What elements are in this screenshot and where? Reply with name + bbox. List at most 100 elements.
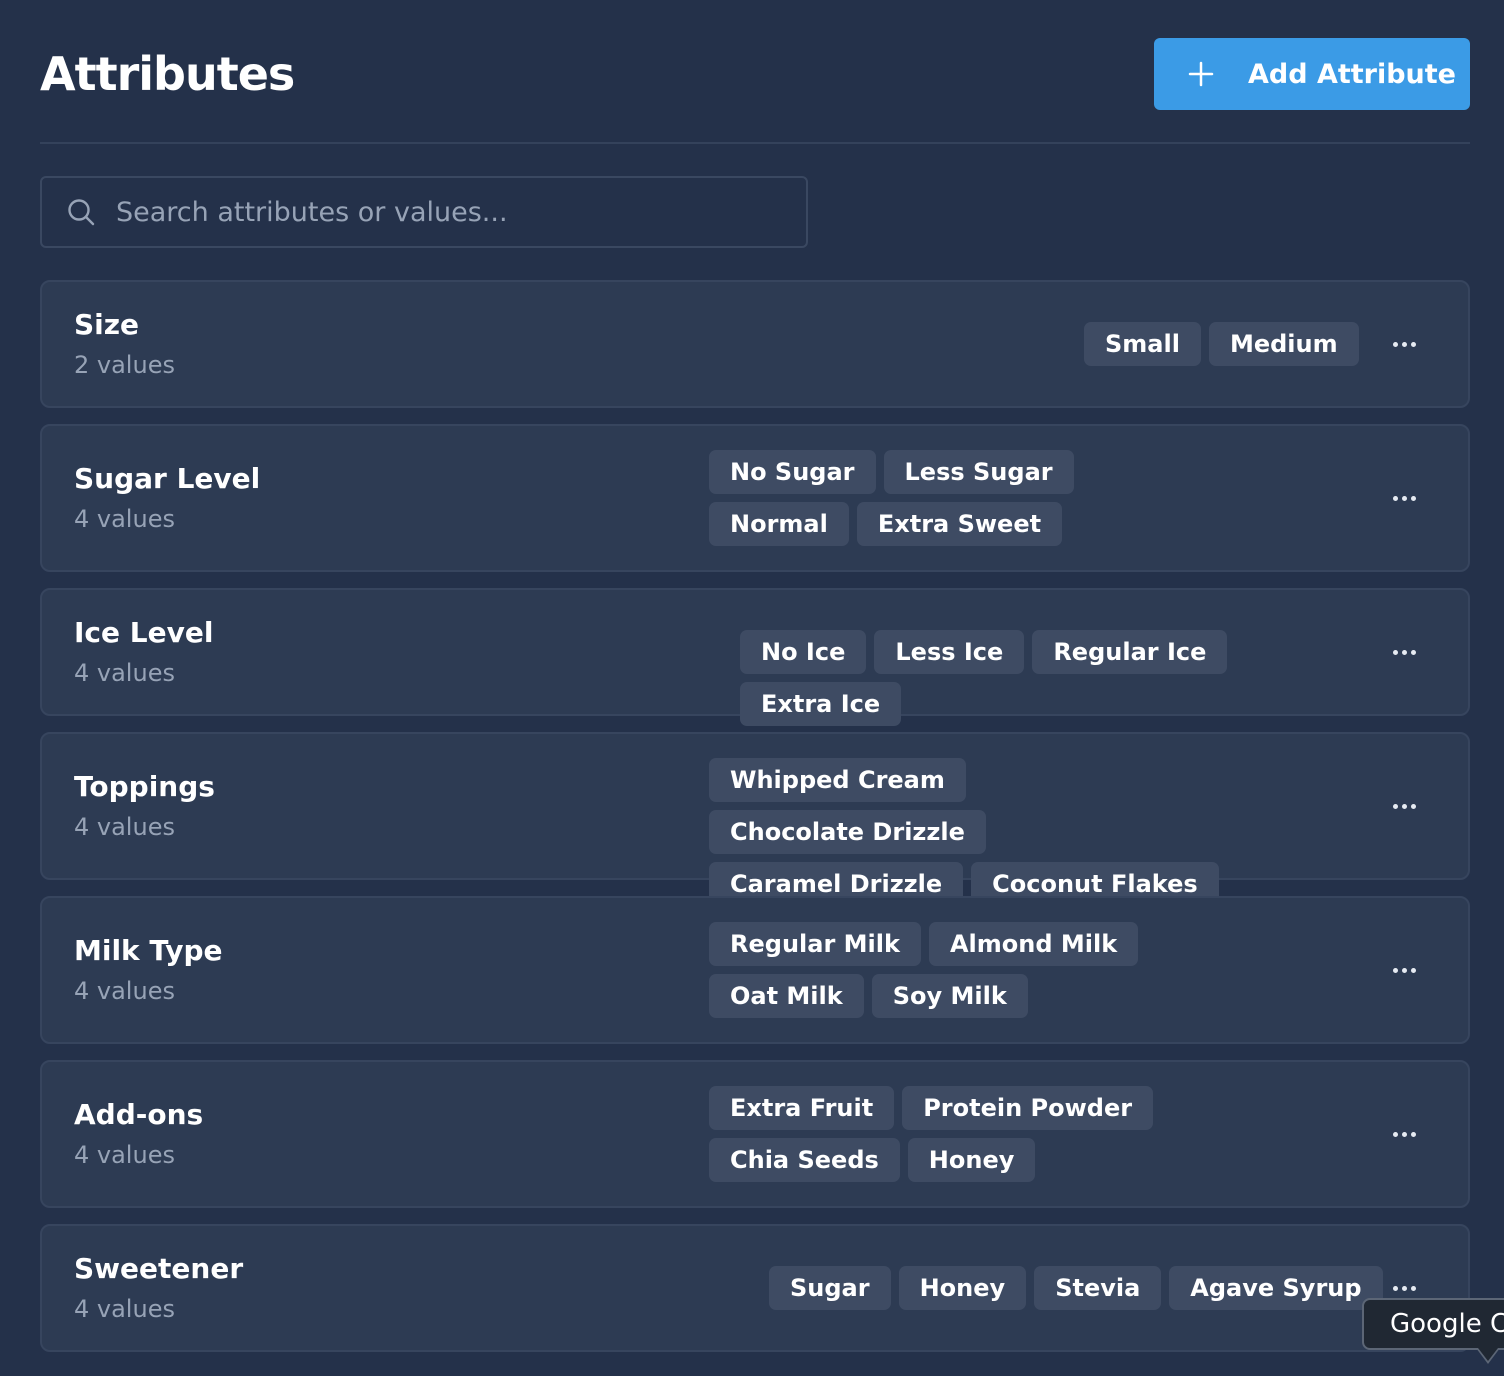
dot bbox=[1401, 1285, 1407, 1291]
dot bbox=[1410, 341, 1416, 347]
dot bbox=[1392, 1285, 1398, 1291]
attribute-card[interactable]: Sugar Level 4 values No Sugar Less Sugar Nor… bbox=[40, 424, 1470, 572]
more-horizontal-icon bbox=[1392, 649, 1416, 655]
value-chip: Soy Milk bbox=[871, 974, 1028, 1018]
search-icon bbox=[68, 199, 95, 226]
more-horizontal-icon bbox=[1392, 803, 1416, 809]
add-attribute-button[interactable]: Add Attribute bbox=[1154, 38, 1470, 110]
more-horizontal-icon bbox=[1392, 1131, 1416, 1137]
value-chip: Small bbox=[1084, 322, 1201, 366]
search-box[interactable] bbox=[40, 176, 808, 248]
more-horizontal-icon bbox=[1392, 341, 1416, 347]
value-chip: Agave Syrup bbox=[1169, 1266, 1383, 1310]
value-chip: Less Sugar bbox=[883, 450, 1074, 494]
attribute-value-chips: Extra Fruit Protein Powder Chia Seeds Honey bbox=[709, 1086, 1309, 1182]
dot bbox=[1410, 495, 1416, 501]
dot bbox=[1410, 967, 1416, 973]
attribute-name: Milk Type bbox=[74, 934, 223, 967]
value-chip: Medium bbox=[1208, 322, 1359, 366]
value-chip: Almond Milk bbox=[928, 922, 1139, 966]
dot bbox=[1401, 649, 1407, 655]
more-options-button[interactable] bbox=[1384, 1119, 1424, 1149]
dot bbox=[1410, 1131, 1416, 1137]
attribute-value-count: 2 values bbox=[74, 351, 175, 379]
value-chip: Extra Sweet bbox=[856, 502, 1063, 546]
value-chip: Extra Fruit bbox=[709, 1086, 895, 1130]
attribute-value-chips: Whipped Cream Chocolate Drizzle Caramel Dr… bbox=[709, 758, 1229, 906]
attribute-info: Ice Level 4 values bbox=[74, 615, 213, 689]
attribute-name: Ice Level bbox=[74, 616, 214, 649]
attribute-info: Add-ons 4 values bbox=[74, 1097, 203, 1171]
value-chip: Chocolate Drizzle bbox=[709, 810, 986, 854]
dot bbox=[1401, 967, 1407, 973]
search-input[interactable] bbox=[114, 181, 806, 243]
attribute-name: Sugar Level bbox=[74, 462, 261, 495]
attribute-card[interactable]: Sweetener 4 values Sugar Honey Stevia Agave S… bbox=[40, 1224, 1470, 1352]
tooltip-arrow-inner bbox=[1478, 1348, 1498, 1361]
value-chip: Oat Milk bbox=[709, 974, 864, 1018]
attribute-card[interactable]: Ice Level 4 values No Ice Less Ice Regular I… bbox=[40, 588, 1470, 726]
tooltip: Google C bbox=[1362, 1298, 1504, 1350]
more-options-button[interactable] bbox=[1384, 483, 1424, 513]
attribute-card[interactable]: Toppings 4 values Whipped Cream Chocolate D… bbox=[40, 732, 1470, 906]
attribute-list: Size 2 values Small Medium Sugar Level 4 valu… bbox=[40, 280, 1470, 1368]
attribute-name: Toppings bbox=[74, 770, 215, 803]
dot bbox=[1401, 341, 1407, 347]
dot bbox=[1392, 495, 1398, 501]
plus-icon bbox=[1188, 61, 1214, 87]
attribute-info: Sweetener 4 values bbox=[74, 1251, 243, 1325]
more-options-button[interactable] bbox=[1384, 329, 1424, 359]
value-chip: No Ice bbox=[740, 630, 867, 674]
attribute-info: Size 2 values bbox=[74, 307, 175, 381]
more-options-button[interactable] bbox=[1384, 791, 1424, 821]
value-chip: Honey bbox=[898, 1266, 1027, 1310]
dot bbox=[1410, 803, 1416, 809]
value-chip: Chia Seeds bbox=[709, 1138, 900, 1182]
dot bbox=[1392, 341, 1398, 347]
attribute-info: Milk Type 4 values bbox=[74, 933, 223, 1007]
attribute-name: Size bbox=[74, 308, 140, 341]
attribute-value-count: 4 values bbox=[74, 1295, 175, 1323]
dot bbox=[1410, 649, 1416, 655]
attribute-value-chips: Sugar Honey Stevia Agave Syrup bbox=[769, 1266, 1389, 1310]
attribute-card[interactable]: Size 2 values Small Medium bbox=[40, 280, 1470, 408]
attribute-value-chips: No Ice Less Ice Regular Ice Extra Ice bbox=[740, 630, 1360, 726]
attribute-value-chips: No Sugar Less Sugar Normal Extra Sweet bbox=[709, 450, 1209, 546]
more-horizontal-icon bbox=[1392, 1285, 1416, 1291]
value-chip: Honey bbox=[907, 1138, 1036, 1182]
attribute-card[interactable]: Add-ons 4 values Extra Fruit Protein Powder… bbox=[40, 1060, 1470, 1208]
attribute-value-chips: Regular Milk Almond Milk Oat Milk Soy Milk bbox=[709, 922, 1269, 1018]
dot bbox=[1401, 803, 1407, 809]
attribute-value-count: 4 values bbox=[74, 813, 175, 841]
dot bbox=[1392, 967, 1398, 973]
add-attribute-label: Add Attribute bbox=[1248, 58, 1456, 90]
dot bbox=[1392, 649, 1398, 655]
attribute-name: Sweetener bbox=[74, 1252, 244, 1285]
attribute-value-count: 4 values bbox=[74, 505, 175, 533]
attribute-card[interactable]: Milk Type 4 values Regular Milk Almond Milk… bbox=[40, 896, 1470, 1044]
value-chip: Extra Ice bbox=[740, 682, 902, 726]
dot bbox=[1392, 1131, 1398, 1137]
attribute-value-count: 4 values bbox=[74, 977, 175, 1005]
attribute-info: Sugar Level 4 values bbox=[74, 461, 260, 535]
attribute-info: Toppings 4 values bbox=[74, 769, 215, 843]
value-chip: Whipped Cream bbox=[709, 758, 966, 802]
more-horizontal-icon bbox=[1392, 495, 1416, 501]
more-options-button[interactable] bbox=[1384, 955, 1424, 985]
dot bbox=[1410, 1285, 1416, 1291]
attributes-page: Attributes Add Attribute Size 2 values Sma… bbox=[0, 0, 1504, 1376]
value-chip: Regular Milk bbox=[709, 922, 921, 966]
more-horizontal-icon bbox=[1392, 967, 1416, 973]
page-header: Attributes Add Attribute bbox=[40, 38, 1470, 110]
value-chip: Normal bbox=[709, 502, 849, 546]
page-title: Attributes bbox=[40, 47, 295, 101]
dot bbox=[1401, 1131, 1407, 1137]
dot bbox=[1401, 495, 1407, 501]
value-chip: Regular Ice bbox=[1032, 630, 1228, 674]
attribute-value-count: 4 values bbox=[74, 1141, 175, 1169]
attribute-value-count: 4 values bbox=[74, 659, 175, 687]
value-chip: Protein Powder bbox=[902, 1086, 1154, 1130]
more-options-button[interactable] bbox=[1384, 637, 1424, 667]
attribute-value-chips: Small Medium bbox=[1084, 322, 1364, 366]
value-chip: Stevia bbox=[1034, 1266, 1162, 1310]
